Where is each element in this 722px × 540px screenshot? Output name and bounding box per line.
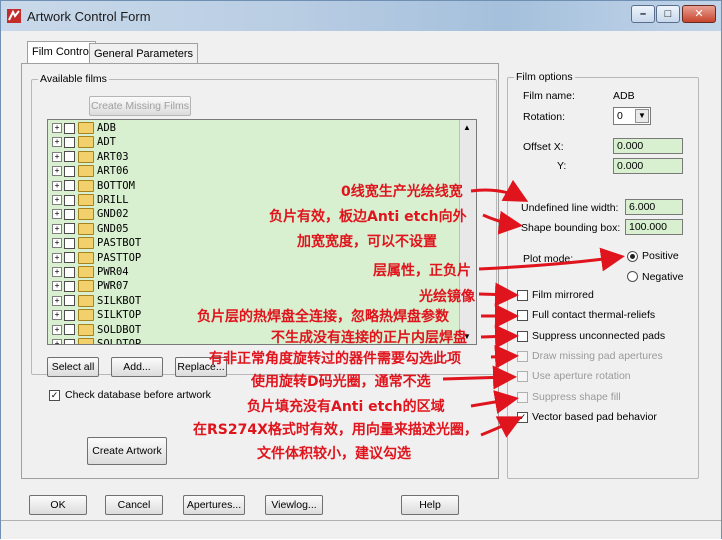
arrow-vector	[480, 416, 523, 438]
arrow-shape-bbox	[482, 210, 523, 235]
artwork-control-window: Artwork Control Form – □ ✕ Film Control …	[0, 0, 722, 539]
annotation-7: 不生成没有连接的正片内层焊盘	[271, 330, 467, 346]
annotation-12: 文件体积较小，建议勾选	[257, 446, 411, 462]
annotation-2: 负片有效，板边Anti etch向外	[269, 209, 467, 225]
annotation-10: 负片填充没有Anti etch的区域	[247, 399, 445, 415]
arrow-draw-missing	[490, 344, 519, 369]
arrow-shape-fill	[470, 390, 519, 414]
arrow-suppress	[480, 324, 519, 349]
annotation-1: 0线宽生产光绘线宽	[341, 184, 463, 200]
arrow-film-mirrored	[478, 282, 519, 307]
annotation-3: 加宽宽度，可以不设置	[297, 234, 437, 250]
arrow-aperture-rotation	[442, 365, 517, 390]
arrow-undefined-line	[470, 179, 529, 202]
annotation-6: 负片层的热焊盘全连接，忽略热焊盘参数	[197, 309, 449, 325]
annotation-8: 有非正常角度旋转过的器件需要勾选此项	[209, 351, 461, 367]
annotation-4: 层属性，正负片	[373, 263, 471, 279]
annotation-11: 在RS274X格式时有效，用向量来描述光圈，	[193, 422, 478, 438]
annotation-9: 使用旋转D码光圈，通常不选	[251, 374, 431, 390]
annotation-5: 光绘镜像	[419, 289, 475, 305]
arrow-plot-mode	[478, 247, 625, 272]
